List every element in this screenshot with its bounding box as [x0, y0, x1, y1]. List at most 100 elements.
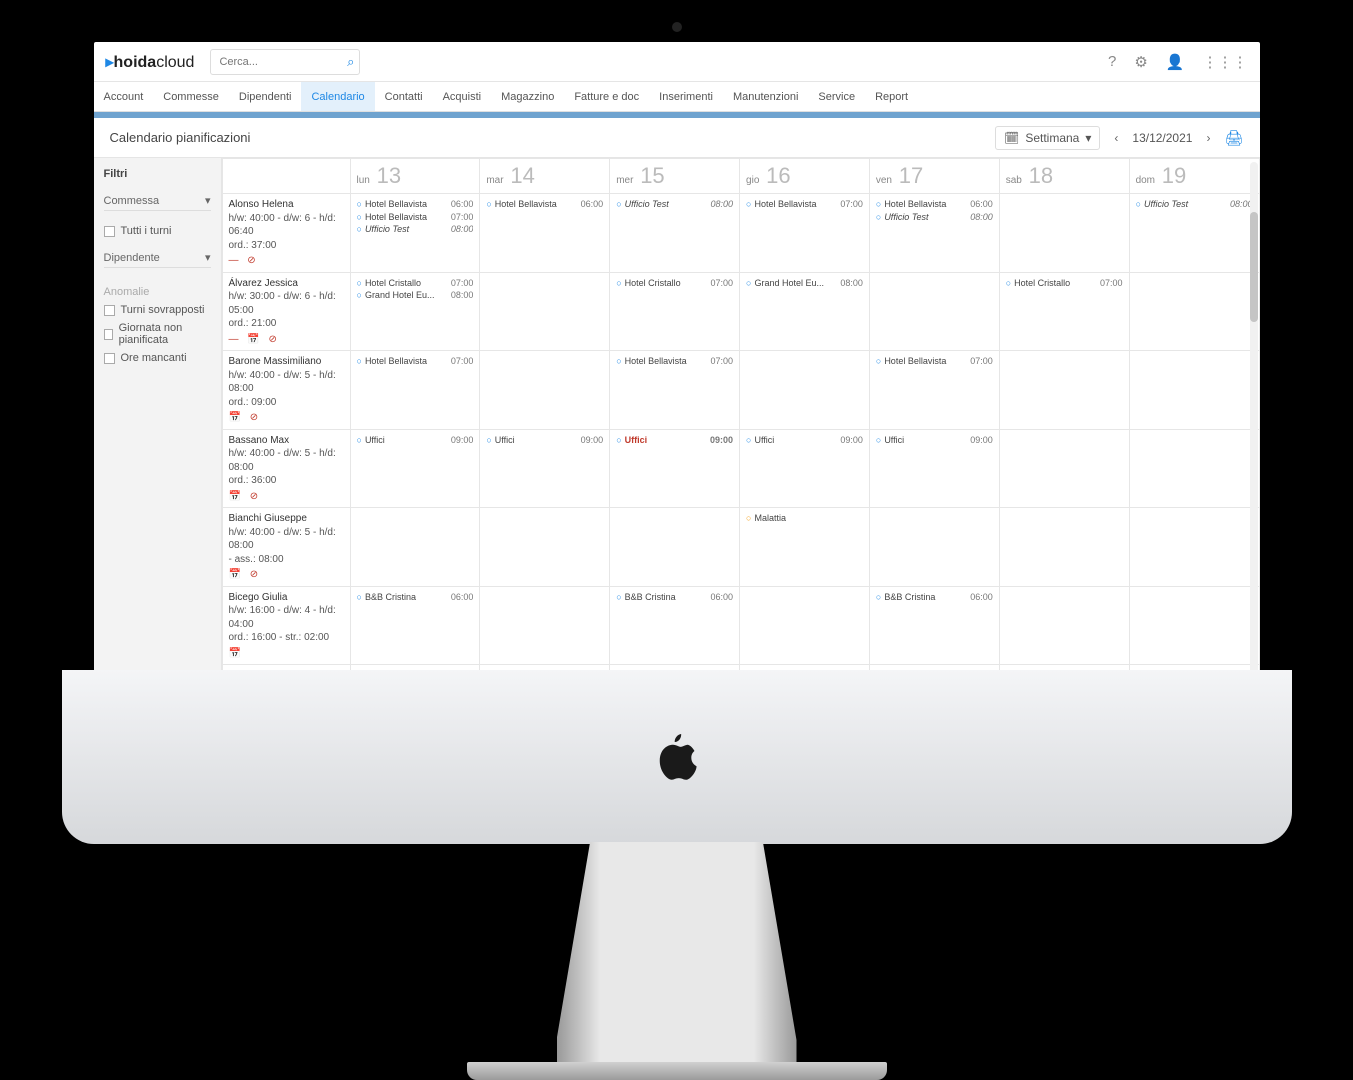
shift-entry[interactable]: ○Hotel Cristallo07:00: [616, 277, 733, 290]
menu-magazzino[interactable]: Magazzino: [491, 82, 564, 111]
calendar-cell[interactable]: [1129, 272, 1259, 351]
shift-entry[interactable]: ○Ufficio Test08:00: [1136, 198, 1253, 211]
overlap-checkbox[interactable]: Turni sovrapposti: [104, 304, 211, 316]
calendar-cell[interactable]: ○Hotel Bellavista07:00: [740, 194, 870, 273]
shift-entry[interactable]: ○Uffici09:00: [746, 434, 863, 447]
calendar-cell[interactable]: [999, 508, 1129, 587]
calendar-cell[interactable]: [740, 586, 870, 665]
calendar-cell[interactable]: ○Ufficio Test08:00: [1129, 194, 1259, 273]
menu-dipendenti[interactable]: Dipendenti: [229, 82, 302, 111]
calendar-cell[interactable]: [1129, 351, 1259, 430]
unplanned-checkbox[interactable]: Giornata non pianificata: [104, 322, 211, 346]
shift-entry[interactable]: ○Hotel Bellavista07:00: [357, 211, 474, 224]
calendar-cell[interactable]: ○Uffici09:00: [480, 429, 610, 508]
calendar-cell[interactable]: [610, 508, 740, 587]
menu-fatture-e-doc[interactable]: Fatture e doc: [564, 82, 649, 111]
shift-entry[interactable]: ○Uffici09:00: [357, 434, 474, 447]
view-selector[interactable]: 🗓 Settimana ▾: [995, 126, 1100, 150]
menu-report[interactable]: Report: [865, 82, 918, 111]
calendar-cell[interactable]: [740, 351, 870, 430]
calendar-cell[interactable]: [999, 351, 1129, 430]
shift-entry[interactable]: ○Hotel Cristallo07:00: [1006, 277, 1123, 290]
menu-acquisti[interactable]: Acquisti: [433, 82, 492, 111]
calendar-cell[interactable]: [480, 272, 610, 351]
calendar-cell[interactable]: ○B&B Cristina06:00: [869, 586, 999, 665]
calendar-cell[interactable]: [999, 194, 1129, 273]
shift-entry[interactable]: ○B&B Cristina06:00: [616, 591, 733, 604]
employee-cell[interactable]: Bianchi Giuseppe h/w: 40:00 - d/w: 5 - h…: [222, 508, 350, 587]
menu-service[interactable]: Service: [808, 82, 865, 111]
calendar-cell[interactable]: [999, 429, 1129, 508]
shift-entry[interactable]: ○Uffici09:00: [616, 434, 733, 447]
current-date[interactable]: 13/12/2021: [1132, 131, 1192, 145]
dipendente-dropdown[interactable]: Dipendente▾: [104, 251, 211, 268]
all-shifts-checkbox[interactable]: Tutti i turni: [104, 225, 211, 237]
calendar-cell[interactable]: [350, 508, 480, 587]
search-box[interactable]: ⌕: [210, 49, 360, 75]
calendar-cell[interactable]: ○Hotel Bellavista07:00: [869, 351, 999, 430]
shift-entry[interactable]: ○Hotel Bellavista07:00: [616, 355, 733, 368]
shift-entry[interactable]: ○Uffici09:00: [876, 434, 993, 447]
calendar-cell[interactable]: [1129, 508, 1259, 587]
calendar-cell[interactable]: ○Uffici09:00: [740, 429, 870, 508]
calendar-cell[interactable]: ○B&B Cristina06:00: [350, 586, 480, 665]
calendar-cell[interactable]: [480, 508, 610, 587]
calendar-cell[interactable]: ○Uffici09:00: [350, 429, 480, 508]
calendar-cell[interactable]: [1129, 586, 1259, 665]
calendar-cell[interactable]: ○Hotel Bellavista06:00: [480, 194, 610, 273]
employee-cell[interactable]: Bicego Giulia h/w: 16:00 - d/w: 4 - h/d:…: [222, 586, 350, 665]
menu-inserimenti[interactable]: Inserimenti: [649, 82, 723, 111]
shift-entry[interactable]: ○Uffici09:00: [486, 434, 603, 447]
employee-cell[interactable]: Alonso Helena h/w: 40:00 - d/w: 6 - h/d:…: [222, 194, 350, 273]
calendar-cell[interactable]: [999, 586, 1129, 665]
shift-entry[interactable]: ○B&B Cristina06:00: [876, 591, 993, 604]
search-icon[interactable]: ⌕: [347, 54, 354, 70]
calendar-cell[interactable]: [869, 272, 999, 351]
calendar-cell[interactable]: ○Hotel Bellavista07:00: [610, 351, 740, 430]
shift-entry[interactable]: ○Ufficio Test08:00: [357, 223, 474, 236]
menu-calendario[interactable]: Calendario: [301, 82, 374, 111]
calendar-cell[interactable]: ○Grand Hotel Eu...08:00: [740, 272, 870, 351]
calendar-cell[interactable]: [869, 508, 999, 587]
calendar-cell[interactable]: [1129, 429, 1259, 508]
menu-account[interactable]: Account: [94, 82, 154, 111]
calendar-cell[interactable]: [480, 586, 610, 665]
shift-entry[interactable]: ○Hotel Bellavista07:00: [357, 355, 474, 368]
calendar-cell[interactable]: ○Hotel Cristallo07:00: [610, 272, 740, 351]
shift-entry[interactable]: ○Ufficio Test08:00: [616, 198, 733, 211]
shift-entry[interactable]: ○Malattia: [746, 512, 863, 525]
commessa-dropdown[interactable]: Commessa▾: [104, 194, 211, 211]
shift-entry[interactable]: ○B&B Cristina06:00: [357, 591, 474, 604]
calendar-cell[interactable]: ○Hotel Cristallo07:00○Grand Hotel Eu...0…: [350, 272, 480, 351]
calendar-cell[interactable]: ○Malattia: [740, 508, 870, 587]
calendar-grid[interactable]: lun 13mar 14mer 15gio 16ven 17sab 18dom …: [222, 158, 1260, 702]
print-icon[interactable]: 🖨: [1224, 129, 1243, 147]
menu-commesse[interactable]: Commesse: [153, 82, 229, 111]
calendar-cell[interactable]: ○Uffici09:00: [610, 429, 740, 508]
shift-entry[interactable]: ○Grand Hotel Eu...08:00: [357, 289, 474, 302]
next-week-button[interactable]: ›: [1202, 129, 1214, 147]
help-icon[interactable]: ?: [1108, 53, 1116, 71]
scrollbar[interactable]: [1250, 162, 1258, 702]
apps-icon[interactable]: ⋮⋮⋮: [1203, 53, 1248, 71]
employee-cell[interactable]: Barone Massimiliano h/w: 40:00 - d/w: 5 …: [222, 351, 350, 430]
calendar-cell[interactable]: ○Ufficio Test08:00: [610, 194, 740, 273]
prev-week-button[interactable]: ‹: [1110, 129, 1122, 147]
user-icon[interactable]: 👤: [1166, 53, 1185, 71]
calendar-cell[interactable]: ○B&B Cristina06:00: [610, 586, 740, 665]
calendar-cell[interactable]: ○Hotel Cristallo07:00: [999, 272, 1129, 351]
gear-icon[interactable]: ⚙: [1134, 53, 1147, 71]
shift-entry[interactable]: ○Hotel Bellavista07:00: [876, 355, 993, 368]
shift-entry[interactable]: ○Hotel Bellavista06:00: [357, 198, 474, 211]
shift-entry[interactable]: ○Ufficio Test08:00: [876, 211, 993, 224]
missing-hours-checkbox[interactable]: Ore mancanti: [104, 352, 211, 364]
shift-entry[interactable]: ○Hotel Bellavista07:00: [746, 198, 863, 211]
menu-contatti[interactable]: Contatti: [375, 82, 433, 111]
search-input[interactable]: [210, 49, 360, 75]
calendar-cell[interactable]: ○Hotel Bellavista06:00○Ufficio Test08:00: [869, 194, 999, 273]
scrollbar-thumb[interactable]: [1250, 212, 1258, 322]
shift-entry[interactable]: ○Hotel Bellavista06:00: [876, 198, 993, 211]
shift-entry[interactable]: ○Hotel Cristallo07:00: [357, 277, 474, 290]
shift-entry[interactable]: ○Grand Hotel Eu...08:00: [746, 277, 863, 290]
calendar-cell[interactable]: ○Hotel Bellavista07:00: [350, 351, 480, 430]
